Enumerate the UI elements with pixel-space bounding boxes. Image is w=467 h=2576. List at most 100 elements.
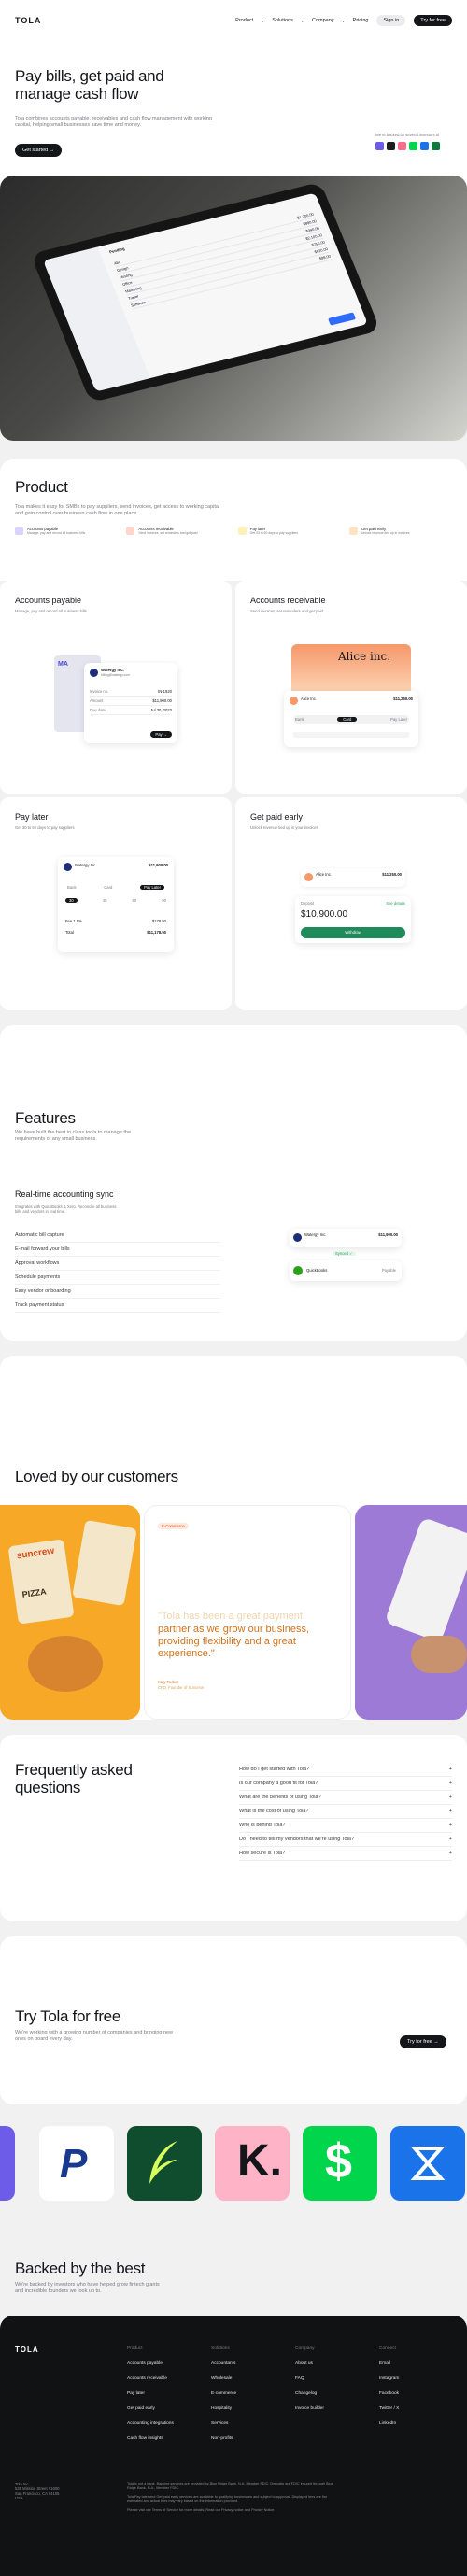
chip-accounts-receivable[interactable]: Accounts receivable Send invoices, set re… <box>126 527 229 536</box>
try-free-cta[interactable]: Try for free → <box>400 2035 446 2048</box>
faq-item[interactable]: What are the benefits of using Tola? + <box>239 1791 452 1805</box>
day-option[interactable]: 90 <box>162 898 166 903</box>
sign-in-button[interactable]: Sign in <box>376 15 406 26</box>
hero-title: Pay bills, get paid and manage cash flow <box>15 67 164 103</box>
faq-item[interactable]: How secure is Tola? + <box>239 1847 452 1861</box>
feature-item[interactable]: Easy vendor onboarding <box>15 1285 220 1299</box>
footer-link[interactable]: Accounts payable <box>127 2357 174 2372</box>
hero-image: Pending Abc $1,200.00 Design $890.00 Hosting… <box>0 176 467 441</box>
tab-card[interactable]: Card <box>337 717 358 722</box>
footer-link[interactable]: Accounting integrations <box>127 2416 174 2431</box>
footer-link[interactable]: Invoice builder <box>295 2401 324 2416</box>
nav-company[interactable]: Company <box>312 18 334 23</box>
tab-card[interactable]: Card <box>104 885 112 890</box>
see-details-link[interactable]: See details <box>386 901 405 906</box>
day-option[interactable]: 45 <box>103 898 107 903</box>
chevron-down-icon: ▾ <box>342 18 345 23</box>
footer-link[interactable]: Services <box>211 2416 236 2431</box>
footer-link[interactable]: Accounts receivable <box>127 2372 174 2386</box>
sync-amount: $11,900.00 <box>378 1232 398 1237</box>
quote-text: partner as we grow our business, providi… <box>158 1624 310 1659</box>
tab-bank[interactable]: Bank <box>295 717 304 722</box>
tab-pay-later[interactable]: Pay Later <box>140 885 164 890</box>
tab-pay-later[interactable]: Pay Later <box>390 717 407 722</box>
feature-item[interactable]: Approval workflows <box>15 1257 220 1271</box>
footer-link[interactable]: Changelog <box>295 2386 324 2401</box>
ar-desc: Send invoices, set reminders and get pai… <box>250 609 323 613</box>
sync-vendor-card: Watergy Inc. $11,900.00 <box>290 1229 402 1247</box>
footer-link[interactable]: Instagram <box>379 2372 399 2386</box>
testimonials-title: Loved by our customers <box>15 1468 178 1485</box>
investor-logos <box>375 142 440 150</box>
footer-link[interactable]: Hospitality <box>211 2401 236 2416</box>
footer-col-head: Company <box>295 2346 315 2351</box>
footer-link[interactable]: E-commerce <box>211 2386 236 2401</box>
footer-link[interactable]: Cash flow insights <box>127 2431 174 2446</box>
feature-item[interactable]: Schedule payments <box>15 1271 220 1285</box>
faq-item[interactable]: Who is behind Tola? + <box>239 1819 452 1833</box>
quote-author: Katy Tucker <box>158 1680 179 1684</box>
tab-bank[interactable]: Bank <box>67 885 77 890</box>
investors-label: We're backed by several investors of <box>375 133 440 137</box>
klarna-logo: K. <box>215 2126 290 2201</box>
nav-pricing[interactable]: Pricing <box>353 18 369 23</box>
feature-item[interactable]: E-mail forward your bills <box>15 1243 220 1257</box>
faq-question: Who is behind Tola? <box>239 1823 286 1828</box>
plus-icon: + <box>448 1837 452 1842</box>
row-amount: $99.00 <box>318 253 332 261</box>
footer-link[interactable]: LinkedIn <box>379 2416 399 2431</box>
faq-item[interactable]: Do I need to tell my vendors that we're … <box>239 1833 452 1847</box>
logo[interactable]: TOLA <box>15 16 41 25</box>
investor-logo <box>432 142 440 150</box>
footer-logo[interactable]: TOLA <box>15 2345 39 2354</box>
chip-pay-later[interactable]: Pay later Get 30 to 60 days to pay suppli… <box>237 527 341 536</box>
footer-link[interactable]: FAQ <box>295 2372 324 2386</box>
nav-product[interactable]: Product <box>235 18 253 23</box>
try-label: Try for free <box>407 2039 432 2045</box>
paid-early-icon <box>348 527 358 535</box>
field-value: $11,900.00 <box>152 698 172 703</box>
footer-column: Company About us FAQ Changelog Invoice build… <box>295 2342 324 2416</box>
footer-link[interactable]: Email <box>379 2357 399 2372</box>
ap-desc: Manage, pay and record all business bill… <box>15 609 87 613</box>
testimonials-section: Loved by our customers suncrew PIZZA E-C… <box>0 1356 467 1720</box>
footer-link[interactable]: Wholesale <box>211 2372 236 2386</box>
tablet-frame: Pending Abc $1,200.00 Design $890.00 Hosting… <box>30 181 381 403</box>
nav-links: Product ▾ Solutions ▾ Company ▾ Pricing Sig… <box>235 15 452 26</box>
faq-item[interactable]: Is our company a good fit for Tola? + <box>239 1777 452 1791</box>
plus-icon: + <box>448 1851 452 1856</box>
try-free-button[interactable]: Try for free <box>414 15 452 26</box>
card-input[interactable] <box>293 732 409 738</box>
faq-item[interactable]: How do I get started with Tola? + <box>239 1763 452 1777</box>
pay-button[interactable]: Pay → <box>150 731 172 738</box>
faq-list: How do I get started with Tola? + Is our c… <box>239 1763 452 1861</box>
quickbooks-icon <box>293 1266 303 1275</box>
field-label: Invoice no. <box>90 689 109 694</box>
portfolio-logo <box>0 2126 15 2201</box>
feature-item[interactable]: Automatic bill capture <box>15 1229 220 1243</box>
footer-link[interactable]: Facebook <box>379 2386 399 2401</box>
pl-title: Pay later <box>15 812 49 822</box>
get-started-label: Get started <box>22 148 49 153</box>
withdraw-button[interactable]: Withdraw <box>301 927 405 938</box>
chip-get-paid-early[interactable]: Get paid early Unlock revenue tied up in … <box>348 527 452 536</box>
chip-accounts-payable[interactable]: Accounts payable Manage, pay and record a… <box>15 527 118 536</box>
feature-item[interactable]: Track payment status <box>15 1299 220 1313</box>
get-started-button[interactable]: Get started → <box>15 144 63 157</box>
footer-address: Tola Inc. 535 Mission Street #1600 San F… <box>15 2482 60 2500</box>
top-nav: TOLA Product ▾ Solutions ▾ Company ▾ Pricin… <box>0 0 467 41</box>
faq-item[interactable]: What is the cost of using Tola? + <box>239 1805 452 1819</box>
deposit-card: Deposit See details $10,900.00 Withdraw <box>295 896 411 943</box>
day-option[interactable]: 60 <box>133 898 137 903</box>
footer-link[interactable]: About us <box>295 2357 324 2372</box>
sync-title: Real-time accounting sync <box>15 1189 114 1199</box>
day-option[interactable]: 30 <box>65 898 78 903</box>
nav-solutions[interactable]: Solutions <box>272 18 293 23</box>
footer-link[interactable]: Non-profits <box>211 2431 236 2446</box>
footer-link[interactable]: Twitter / X <box>379 2401 399 2416</box>
footer-link[interactable]: Accountants <box>211 2357 236 2372</box>
ar-invoice-card: Alice Inc. $11,250.00 Bank Card Pay Late… <box>284 691 418 747</box>
footer-link[interactable]: Pay later <box>127 2386 174 2401</box>
day-options: 30 45 60 90 <box>65 898 166 903</box>
footer-link[interactable]: Get paid early <box>127 2401 174 2416</box>
